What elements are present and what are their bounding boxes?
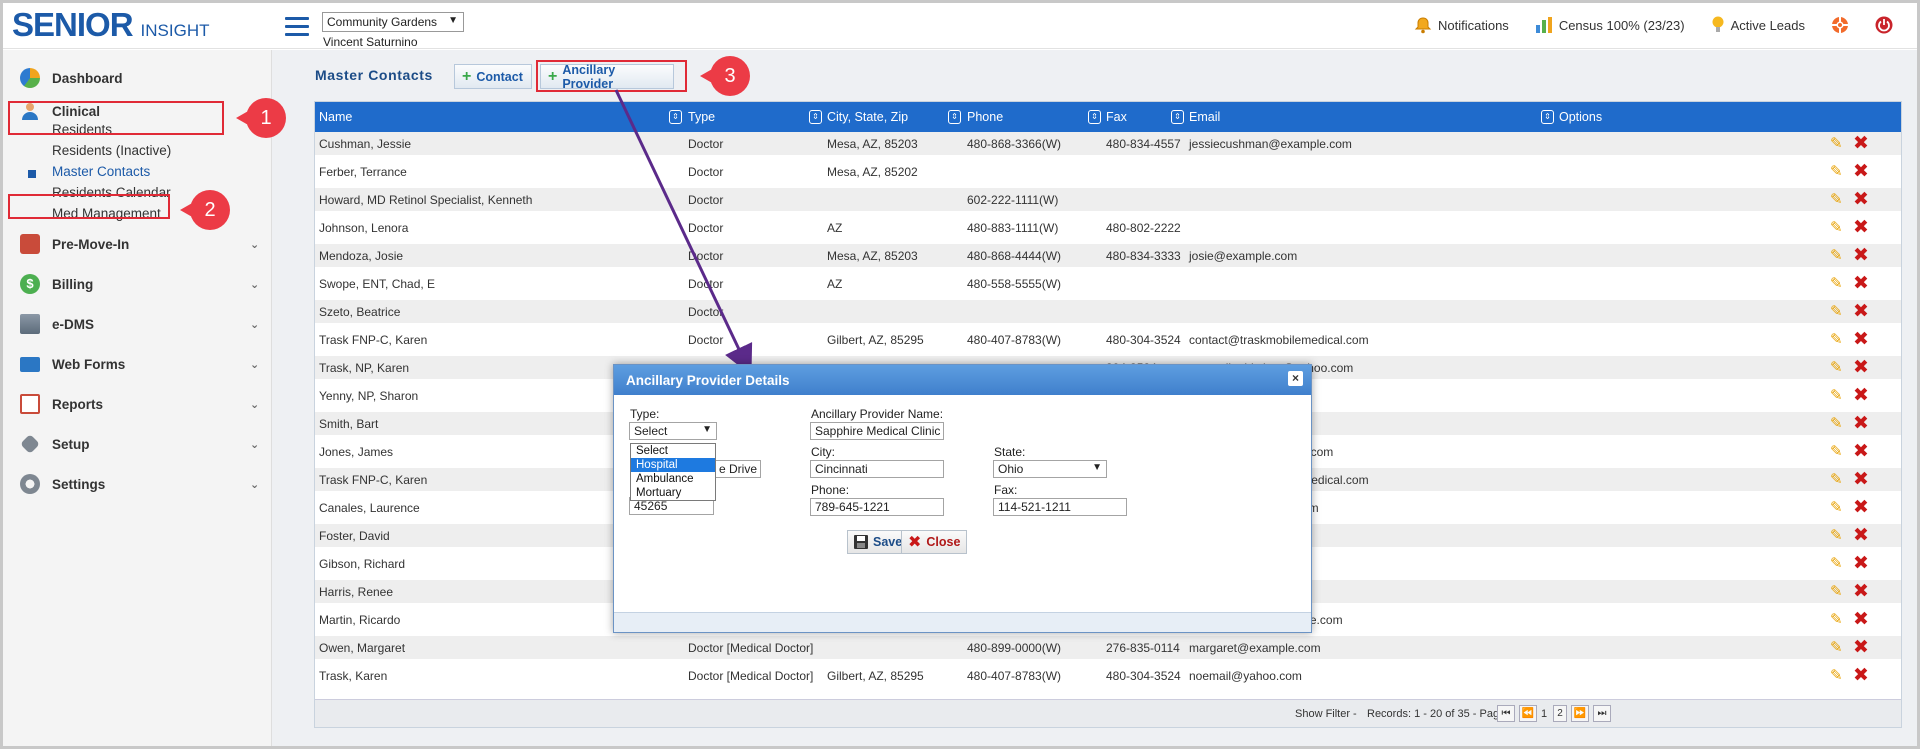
type-option-ambulance[interactable]: Ambulance [631,472,715,486]
type-option-hospital[interactable]: Hospital [631,458,715,472]
city-label: City: [811,445,835,459]
close-label: Close [926,535,961,549]
dialog-footer [614,612,1311,632]
type-dropdown-list: Select Hospital Ambulance Mortuary [630,443,716,501]
ancillary-provider-dialog: Ancillary Provider Details × Type: Selec… [613,364,1312,633]
state-select[interactable]: Ohio ▼ [993,460,1107,478]
phone-label: Phone: [811,483,850,497]
type-option-select[interactable]: Select [631,444,715,458]
close-button[interactable]: ✖ Close [901,530,968,554]
type-option-mortuary[interactable]: Mortuary [631,486,715,500]
close-x-icon: ✖ [908,534,922,551]
dialog-title-bar: Ancillary Provider Details × [614,365,1311,395]
state-label: State: [994,445,1026,459]
floppy-disk-icon [854,535,868,549]
chevron-down-icon: ▼ [702,424,712,435]
save-button[interactable]: Save [847,530,910,554]
address-input[interactable]: e Drive [715,460,761,478]
state-select-value: Ohio [998,462,1024,476]
type-label: Type: [630,407,660,421]
phone-input[interactable]: 789-645-1221 [810,498,944,516]
fax-label: Fax: [994,483,1018,497]
dialog-close-icon[interactable]: × [1288,371,1303,386]
fax-input[interactable]: 114-521-1211 [993,498,1127,516]
provider-name-label: Ancillary Provider Name: [811,407,944,421]
city-input[interactable]: Cincinnati [810,460,944,478]
type-select-value: Select [634,424,668,438]
arrow-line [614,89,753,376]
type-select[interactable]: Select ▼ [629,422,717,440]
chevron-down-icon: ▼ [1092,462,1102,473]
provider-name-input[interactable]: Sapphire Medical Clinic [810,422,944,440]
dialog-title: Ancillary Provider Details [626,373,790,388]
save-label: Save [873,535,903,549]
